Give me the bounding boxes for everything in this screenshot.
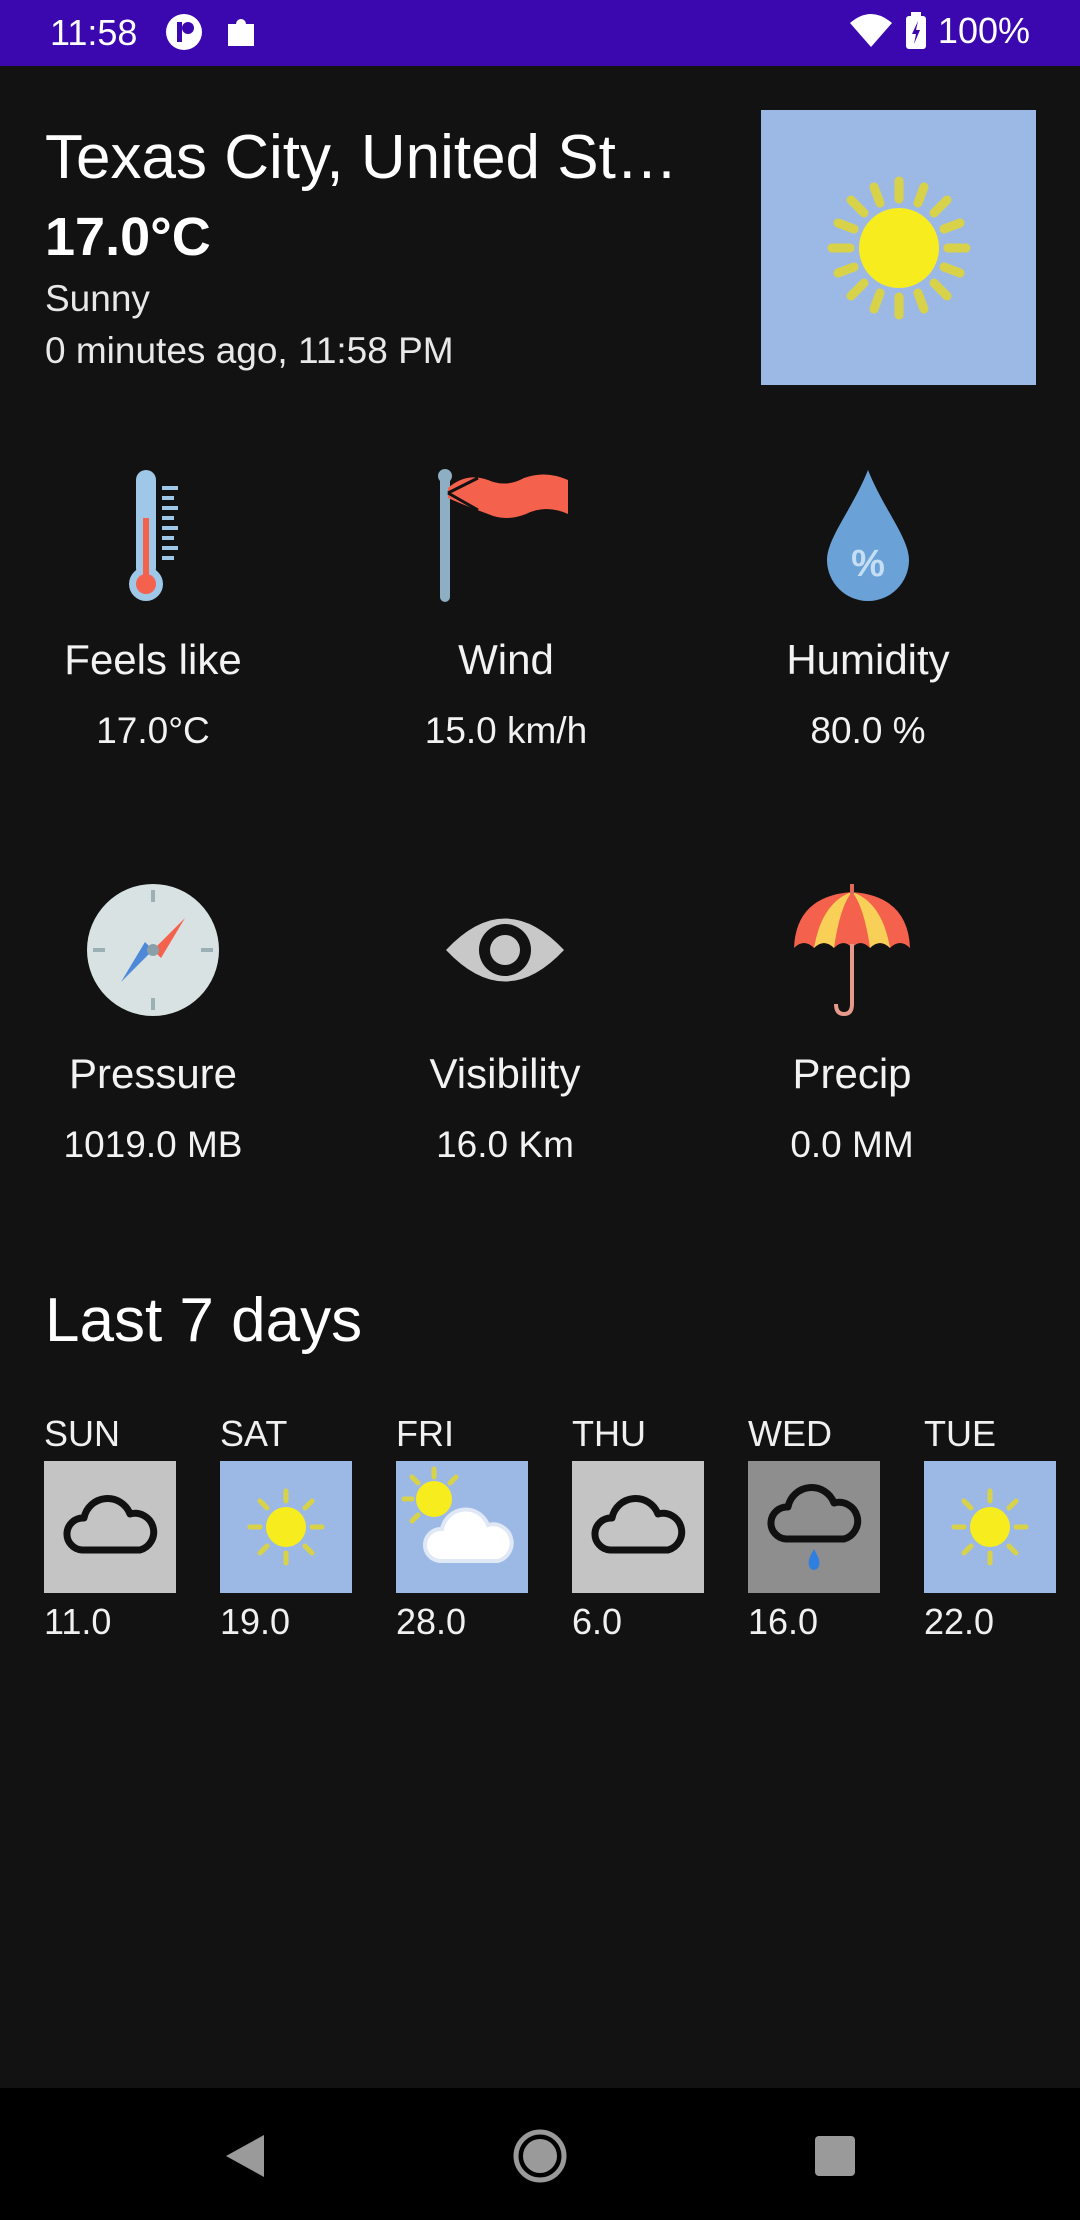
history-day[interactable]: SUN 11.0	[44, 1413, 176, 1643]
history-day-temp: 28.0	[396, 1601, 467, 1642]
history-title: Last 7 days	[45, 1286, 363, 1355]
puzzle-icon	[228, 19, 254, 46]
metric-value: 16.0 Km	[436, 1124, 574, 1165]
weather-condition: Sunny	[45, 278, 150, 319]
metric-humidity: % Humidity 80.0 %	[718, 466, 1018, 752]
cloud-icon	[63, 1495, 158, 1554]
history-day-image	[924, 1461, 1056, 1593]
eye-icon	[446, 918, 564, 982]
metric-value: 15.0 km/h	[424, 710, 588, 751]
history-day-temp: 6.0	[572, 1601, 623, 1642]
metric-pressure: Pressure 1019.0 MB	[3, 880, 303, 1166]
metric-label: Wind	[458, 636, 554, 683]
app-notification-icon	[166, 14, 202, 50]
current-temperature: 17.0°C	[45, 207, 211, 267]
history-day-name: FRI	[396, 1413, 454, 1454]
metric-value: 17.0°C	[96, 710, 210, 751]
history-list: SUN 11.0 SAT 19.0 FRI 28.0 THU 6.0 WED 1…	[44, 1413, 1056, 1643]
metric-label: Precip	[792, 1050, 912, 1097]
history-day[interactable]: SAT 19.0	[220, 1413, 352, 1643]
history-day[interactable]: WED 16.0	[748, 1413, 880, 1643]
umbrella-icon	[794, 884, 910, 1017]
history-day-name: THU	[572, 1413, 646, 1454]
partly-cloudy-icon	[401, 1466, 514, 1563]
metric-feels-like: Feels like 17.0°C	[3, 466, 303, 752]
metric-label: Visibility	[429, 1050, 581, 1097]
metric-label: Feels like	[64, 636, 242, 683]
home-icon	[513, 2129, 567, 2183]
sun-icon	[247, 1488, 325, 1566]
history-day-image	[396, 1461, 528, 1593]
metric-value: 0.0 MM	[790, 1124, 914, 1165]
history-day-image	[44, 1461, 176, 1593]
status-system-icons: 100%	[848, 10, 1030, 52]
back-icon	[226, 2135, 264, 2177]
history-day-image	[748, 1461, 880, 1593]
wifi-icon	[849, 14, 892, 47]
windsock-icon	[438, 469, 568, 602]
history-day-name: WED	[748, 1413, 832, 1454]
metric-precip: Precip 0.0 MM	[702, 880, 1002, 1166]
metric-label: Humidity	[786, 636, 950, 683]
metric-label: Pressure	[68, 1050, 238, 1097]
battery-charging-icon	[905, 12, 926, 49]
history-day-name: SUN	[44, 1413, 121, 1454]
cloud-icon	[591, 1495, 686, 1554]
metric-value: 80.0 %	[810, 710, 926, 751]
history-day-image	[220, 1461, 352, 1593]
battery-percent: 100%	[937, 10, 1030, 51]
history-day-name: TUE	[924, 1413, 996, 1454]
compass-icon	[87, 884, 219, 1016]
rain-cloud-icon	[767, 1484, 862, 1570]
history-day[interactable]: FRI 28.0	[396, 1413, 528, 1643]
back-button[interactable]	[215, 2126, 275, 2186]
sun-icon	[827, 176, 970, 319]
metric-wind: Wind 15.0 km/h	[356, 466, 656, 752]
history-day-image	[572, 1461, 704, 1593]
current-weather-image	[761, 110, 1036, 385]
sun-icon	[951, 1488, 1029, 1566]
svg-text:%: %	[851, 543, 885, 585]
history-day-temp: 16.0	[748, 1601, 819, 1642]
home-button[interactable]	[510, 2126, 570, 2186]
recents-button[interactable]	[805, 2126, 865, 2186]
status-bar: 11:58 100%	[0, 0, 1080, 66]
humidity-drop-icon: %	[827, 470, 909, 601]
history-day-name: SAT	[220, 1413, 288, 1454]
status-notification-icons	[162, 10, 264, 54]
thermometer-icon	[129, 470, 178, 601]
history-day-temp: 11.0	[44, 1601, 112, 1642]
history-day[interactable]: TUE 22.0	[924, 1413, 1056, 1643]
history-day-temp: 19.0	[220, 1601, 291, 1642]
recents-icon	[815, 2136, 855, 2176]
history-day-temp: 22.0	[924, 1601, 995, 1642]
status-time: 11:58	[50, 12, 138, 53]
last-updated: 0 minutes ago, 11:58 PM	[45, 330, 454, 371]
metric-value: 1019.0 MB	[63, 1124, 243, 1165]
navigation-bar	[0, 2088, 1080, 2220]
history-day[interactable]: THU 6.0	[572, 1413, 704, 1643]
location-title: Texas City, United St…	[45, 123, 678, 192]
metric-visibility: Visibility 16.0 Km	[355, 880, 655, 1166]
